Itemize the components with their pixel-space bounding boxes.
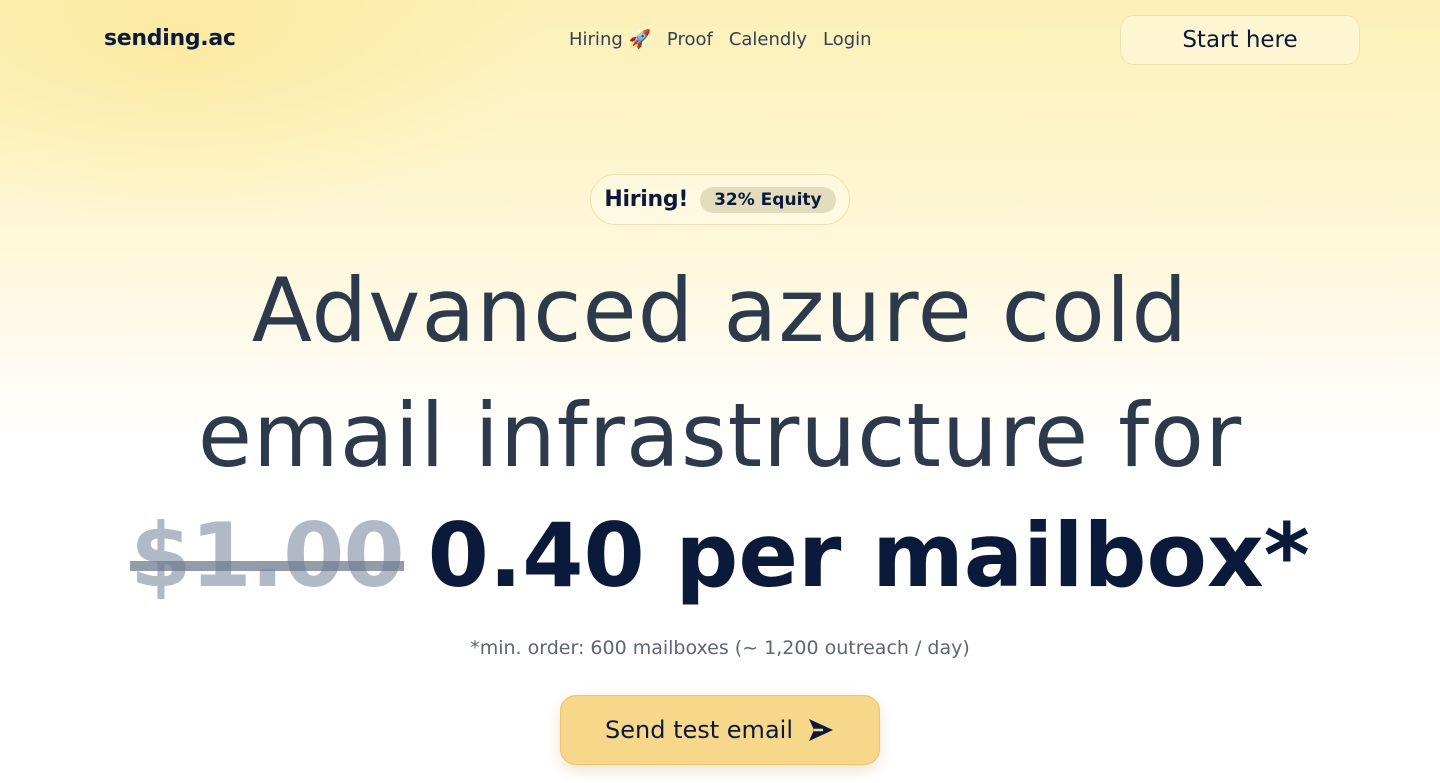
main-nav: Hiring 🚀 Proof Calendly Login	[569, 29, 872, 50]
price-line: $1.00 0.40 per mailbox*	[0, 498, 1440, 638]
hiring-badge[interactable]: Hiring! 32% Equity	[590, 174, 850, 225]
send-arrow-icon	[807, 717, 835, 743]
nav-link-login[interactable]: Login	[823, 29, 872, 50]
hero-headline: Advanced azure cold email infrastructure…	[0, 248, 1440, 498]
headline-line-2: email infrastructure for	[197, 384, 1243, 487]
min-order-note: *min. order: 600 mailboxes (~ 1,200 outr…	[470, 637, 970, 659]
new-price: 0.40 per mailbox*	[427, 504, 1310, 607]
start-here-button[interactable]: Start here	[1120, 15, 1360, 65]
old-price-strikethrough: $1.00	[130, 498, 405, 613]
headline-line-1: Advanced azure cold	[251, 259, 1189, 362]
logo[interactable]: sending.ac	[104, 26, 236, 51]
nav-link-calendly[interactable]: Calendly	[729, 29, 807, 50]
equity-pill: 32% Equity	[700, 186, 836, 213]
hiring-badge-label: Hiring!	[604, 187, 689, 212]
send-test-email-button[interactable]: Send test email	[560, 695, 880, 765]
nav-link-proof[interactable]: Proof	[667, 29, 713, 50]
send-test-email-label: Send test email	[605, 716, 793, 744]
nav-link-hiring[interactable]: Hiring 🚀	[569, 29, 651, 50]
